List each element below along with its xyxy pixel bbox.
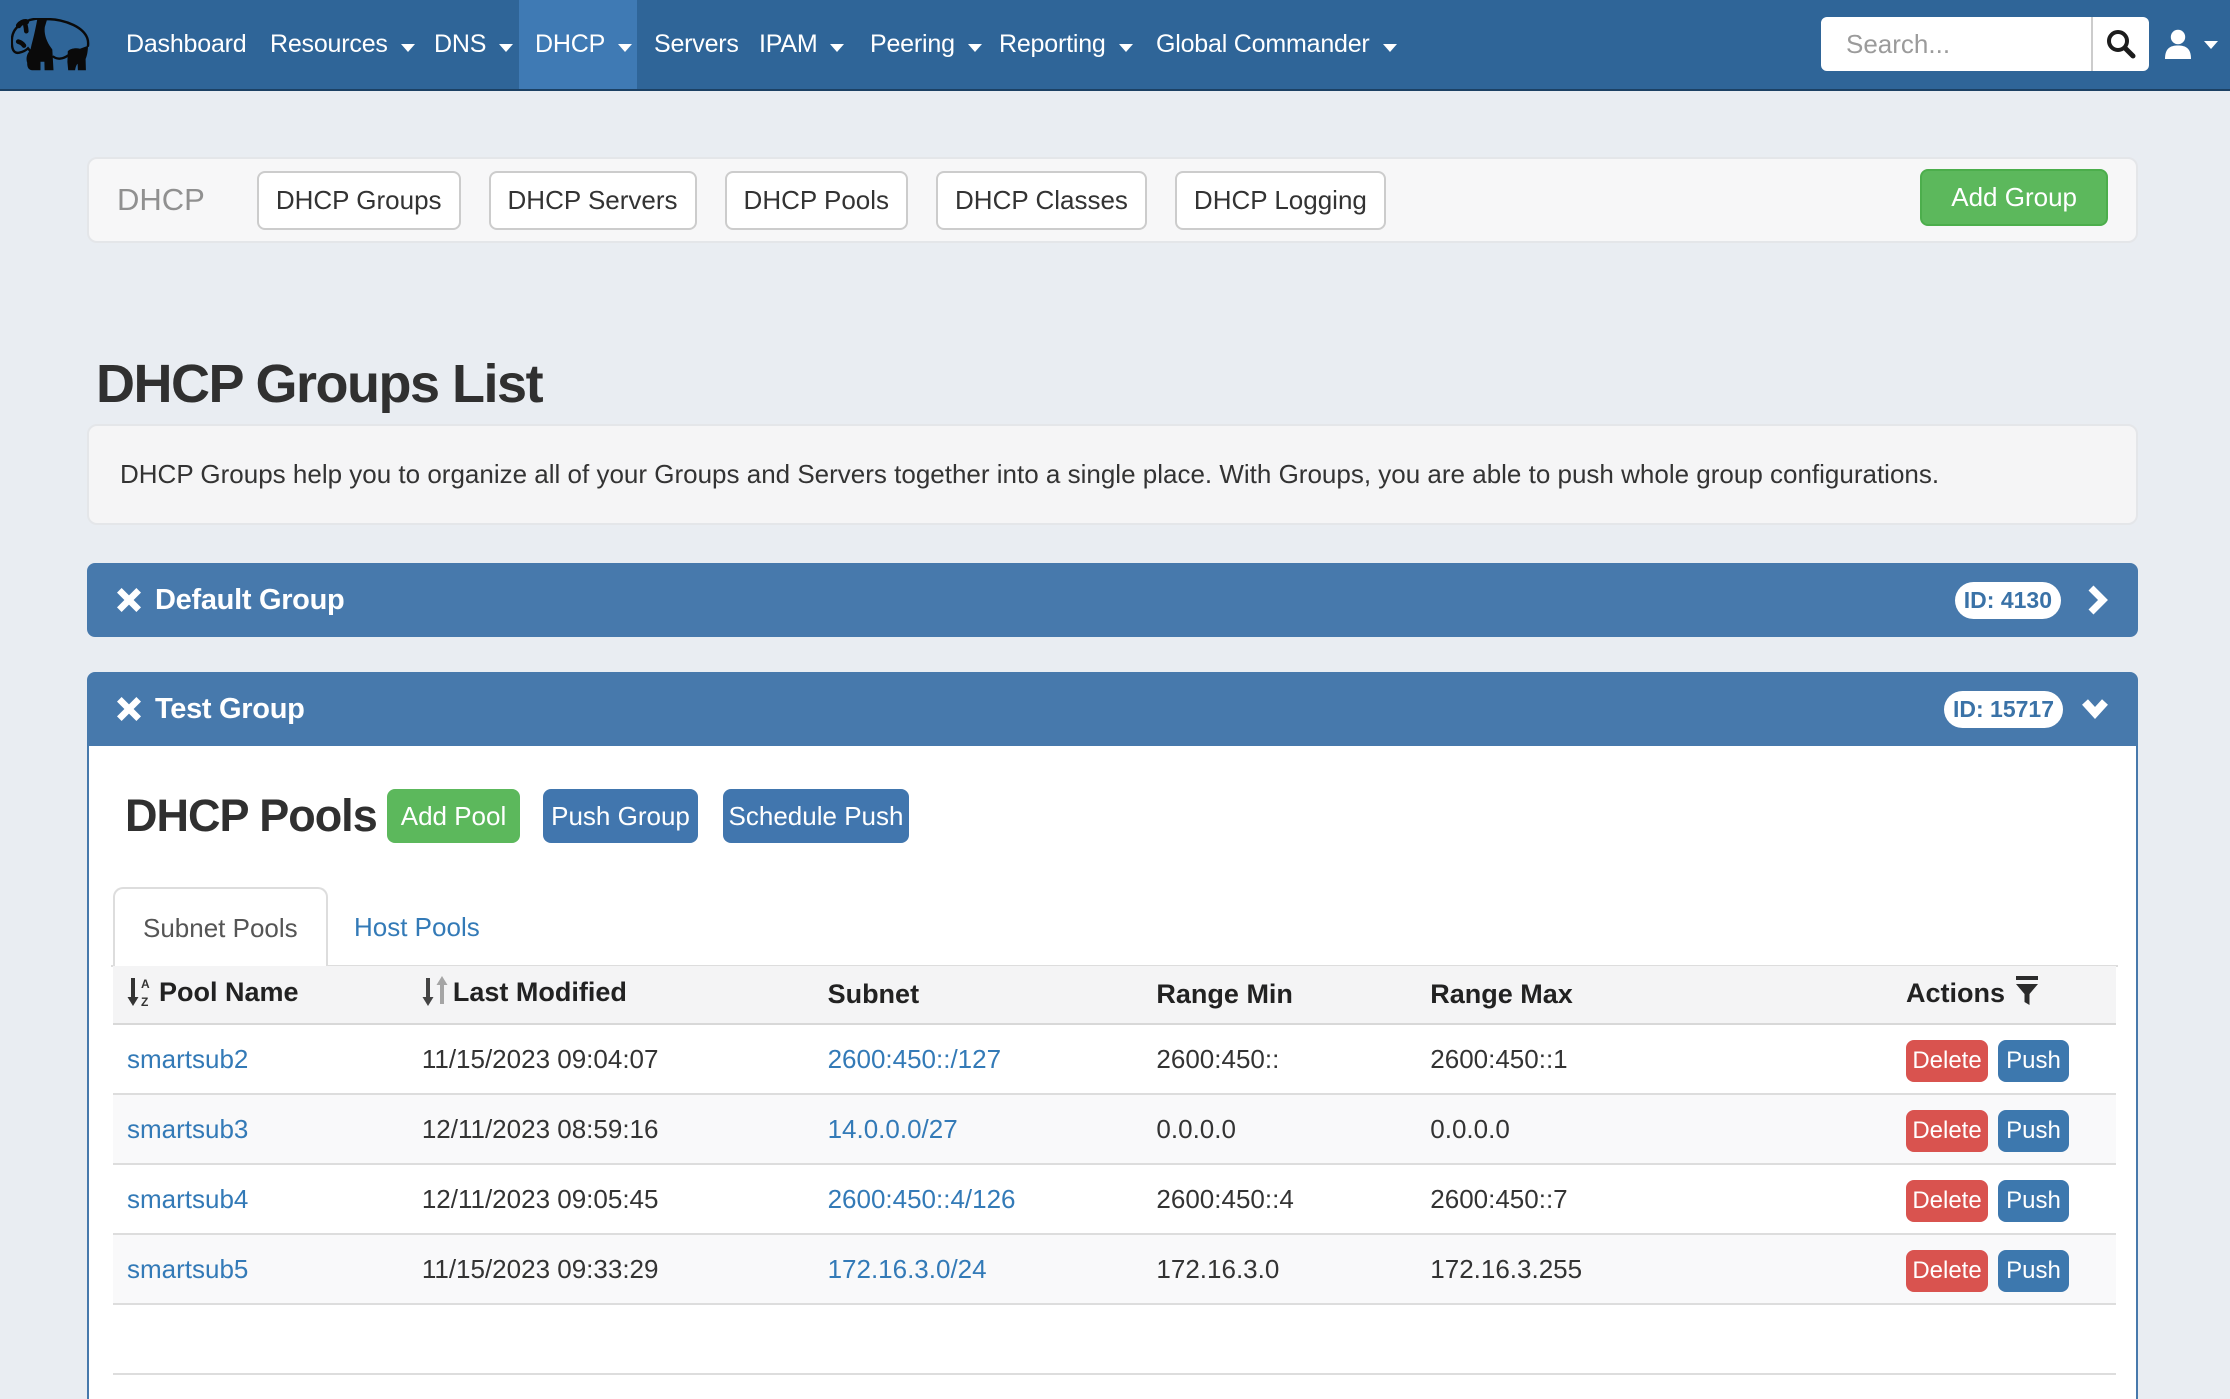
svg-text:A: A — [141, 977, 150, 991]
svg-text:Z: Z — [141, 995, 148, 1007]
